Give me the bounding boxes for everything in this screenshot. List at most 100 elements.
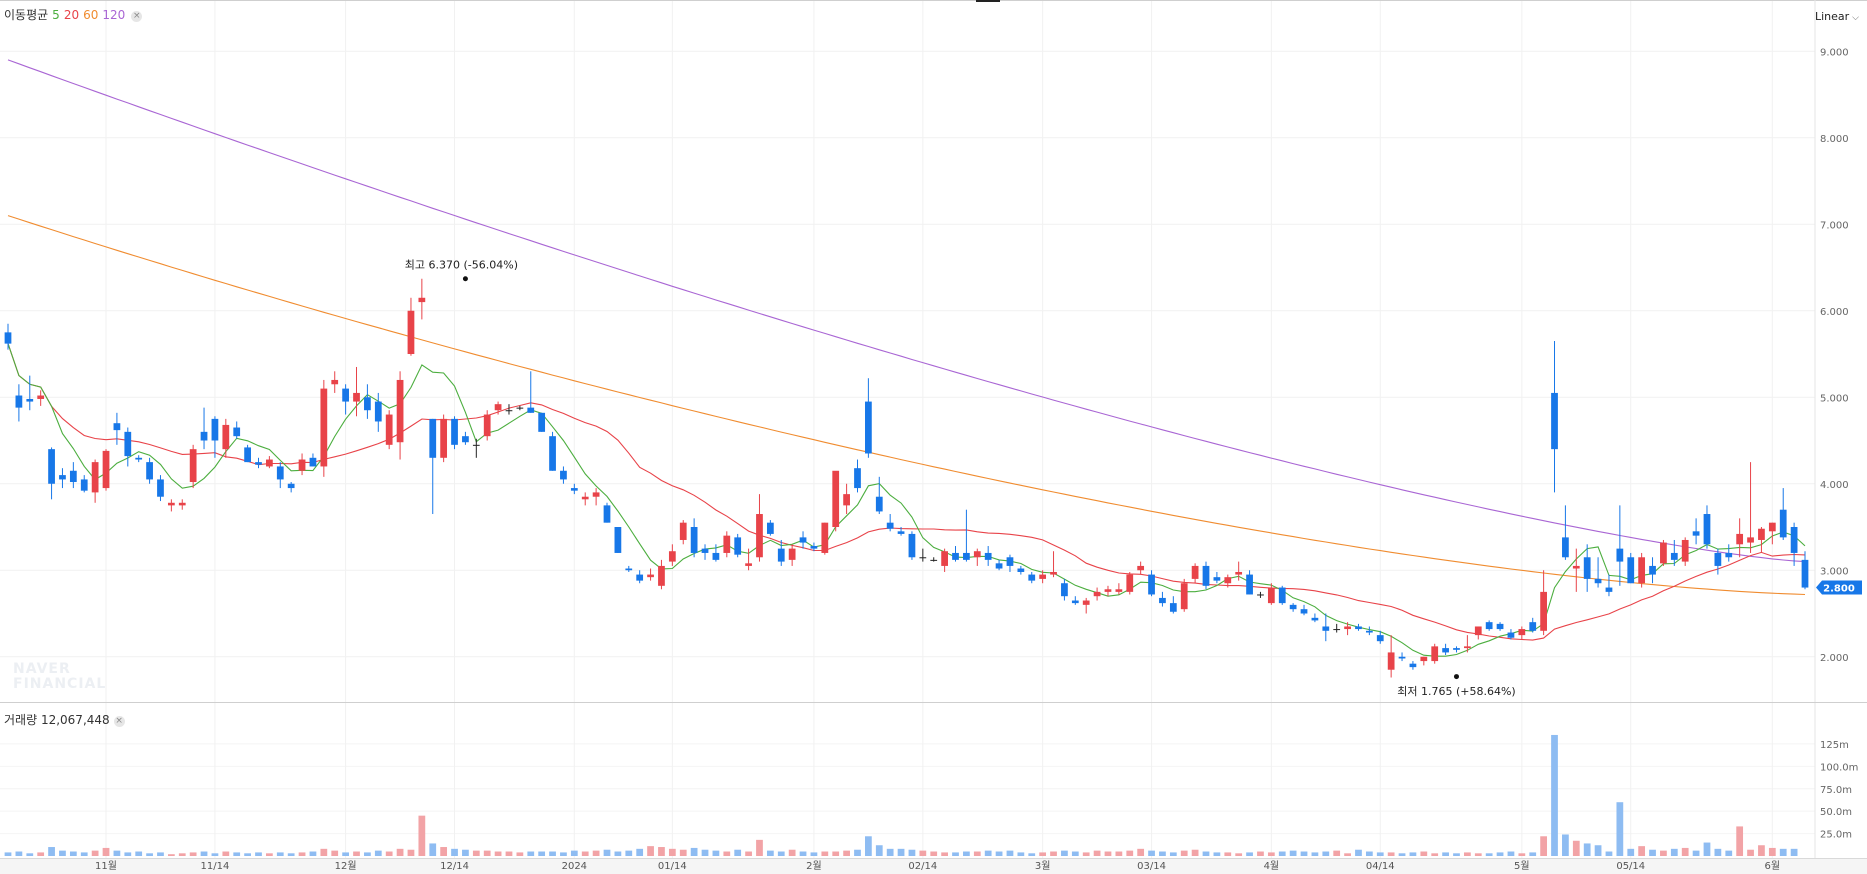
candle-body <box>1562 537 1569 558</box>
candle-body <box>745 563 752 566</box>
volume-bar <box>1159 851 1166 856</box>
candle-body <box>1387 652 1395 670</box>
volume-bar <box>440 847 448 856</box>
candle-body <box>1442 648 1449 653</box>
candle-body <box>1572 565 1580 569</box>
volume-bar <box>603 849 611 856</box>
volume-bar <box>1768 847 1776 856</box>
candle-body <box>614 527 622 553</box>
candle-body <box>255 462 262 465</box>
volume-bar <box>1289 850 1297 856</box>
volume-bar <box>1474 853 1482 856</box>
volume-bar <box>418 815 426 856</box>
volume-bar <box>1496 852 1504 856</box>
candle-body <box>875 496 883 512</box>
candle-body <box>385 414 393 445</box>
volume-bar <box>679 849 687 856</box>
candle-body <box>1692 531 1700 536</box>
candle-body <box>1126 574 1134 592</box>
volume-bar <box>1322 851 1330 856</box>
volume-bar <box>1257 851 1264 856</box>
candle-body <box>364 397 371 411</box>
candle-body <box>1267 587 1275 604</box>
volume-bar <box>91 850 99 856</box>
candle-body <box>843 494 850 506</box>
volume-bar <box>919 850 927 856</box>
candle-body <box>1137 565 1145 571</box>
volume-tick-label: 125m <box>1820 740 1849 751</box>
volume-bar <box>287 853 295 856</box>
volume-bar <box>1714 848 1722 856</box>
candle-body <box>1289 604 1297 610</box>
candle-body <box>1006 557 1014 566</box>
candle-body <box>266 459 273 467</box>
candle-body <box>1725 552 1733 558</box>
watermark-line2: FINANCIAL <box>13 676 107 692</box>
volume-bar <box>146 853 153 856</box>
candle-body <box>37 395 45 399</box>
price-tick-label: 5.000 <box>1820 393 1849 404</box>
candle-body <box>1747 537 1754 543</box>
candle-body <box>581 496 589 500</box>
candle-body <box>941 551 948 566</box>
stock-chart[interactable]: 2.000 3.000 4.000 5.000 6.000 7.000 8.000 9.000… <box>0 0 1867 874</box>
candle-body <box>1071 600 1079 604</box>
ma120-label: 120 <box>102 8 126 22</box>
volume-legend: 거래량 12,067,448 × <box>4 711 125 728</box>
volume-bar <box>80 852 88 856</box>
volume-bar <box>875 845 883 856</box>
volume-bar <box>178 853 186 856</box>
volume-bar <box>59 850 66 856</box>
candle-body <box>592 492 600 497</box>
volume-bar <box>810 852 818 856</box>
volume-bar <box>1420 851 1428 856</box>
candle-body <box>1159 597 1166 604</box>
watermark-logo: NAVER FINANCIAL <box>13 662 106 692</box>
volume-bar <box>1355 849 1362 856</box>
candle-body <box>854 468 861 489</box>
volume-bar <box>69 851 77 856</box>
volume-tick-label: 25.0m <box>1820 830 1852 841</box>
time-tick-label: 05/14 <box>1616 861 1645 872</box>
close-icon[interactable]: × <box>113 716 125 727</box>
time-tick-label: 5월 <box>1514 860 1530 872</box>
candle-body <box>233 427 241 437</box>
volume-bar <box>658 847 665 856</box>
low-label: 최저 1.765 (+58.64%) <box>1397 685 1515 698</box>
candle-body <box>244 447 251 463</box>
volume-bar <box>1278 851 1286 856</box>
price-tick-label: 8.000 <box>1820 134 1849 145</box>
price-tick-label: 2.000 <box>1820 653 1849 664</box>
candle-body <box>777 548 785 562</box>
volume-bar <box>647 846 654 856</box>
volume-bar <box>745 851 752 856</box>
candle-body <box>472 444 480 446</box>
volume-bar <box>124 852 132 856</box>
volume-bar <box>1529 852 1537 856</box>
candle-body <box>178 502 186 506</box>
candle-body <box>995 563 1003 569</box>
scroll-indicator[interactable] <box>976 0 1000 2</box>
close-icon[interactable]: × <box>131 11 143 22</box>
candle-body <box>1790 527 1798 553</box>
candle-body <box>1605 587 1613 592</box>
volume-bar <box>1507 851 1515 856</box>
volume-bar <box>516 852 524 856</box>
scale-dropdown[interactable]: Linear ⌵ <box>1815 10 1859 23</box>
candle-body <box>102 450 110 489</box>
volume-bar <box>1180 850 1188 856</box>
volume-bar <box>1191 849 1199 856</box>
candle-body <box>276 466 284 480</box>
candle-body <box>1300 609 1308 614</box>
candle-body <box>1681 539 1689 562</box>
candle-body <box>832 470 840 527</box>
volume-bar <box>1594 845 1602 856</box>
candle-body <box>1474 626 1482 636</box>
volume-bar <box>462 849 469 856</box>
candle-body <box>418 297 426 303</box>
ma20-line <box>7 343 1806 641</box>
volume-bar <box>973 851 981 856</box>
volume-bar <box>832 851 840 856</box>
price-tick-label: 4.000 <box>1820 480 1849 491</box>
volume-bar <box>1736 826 1744 856</box>
